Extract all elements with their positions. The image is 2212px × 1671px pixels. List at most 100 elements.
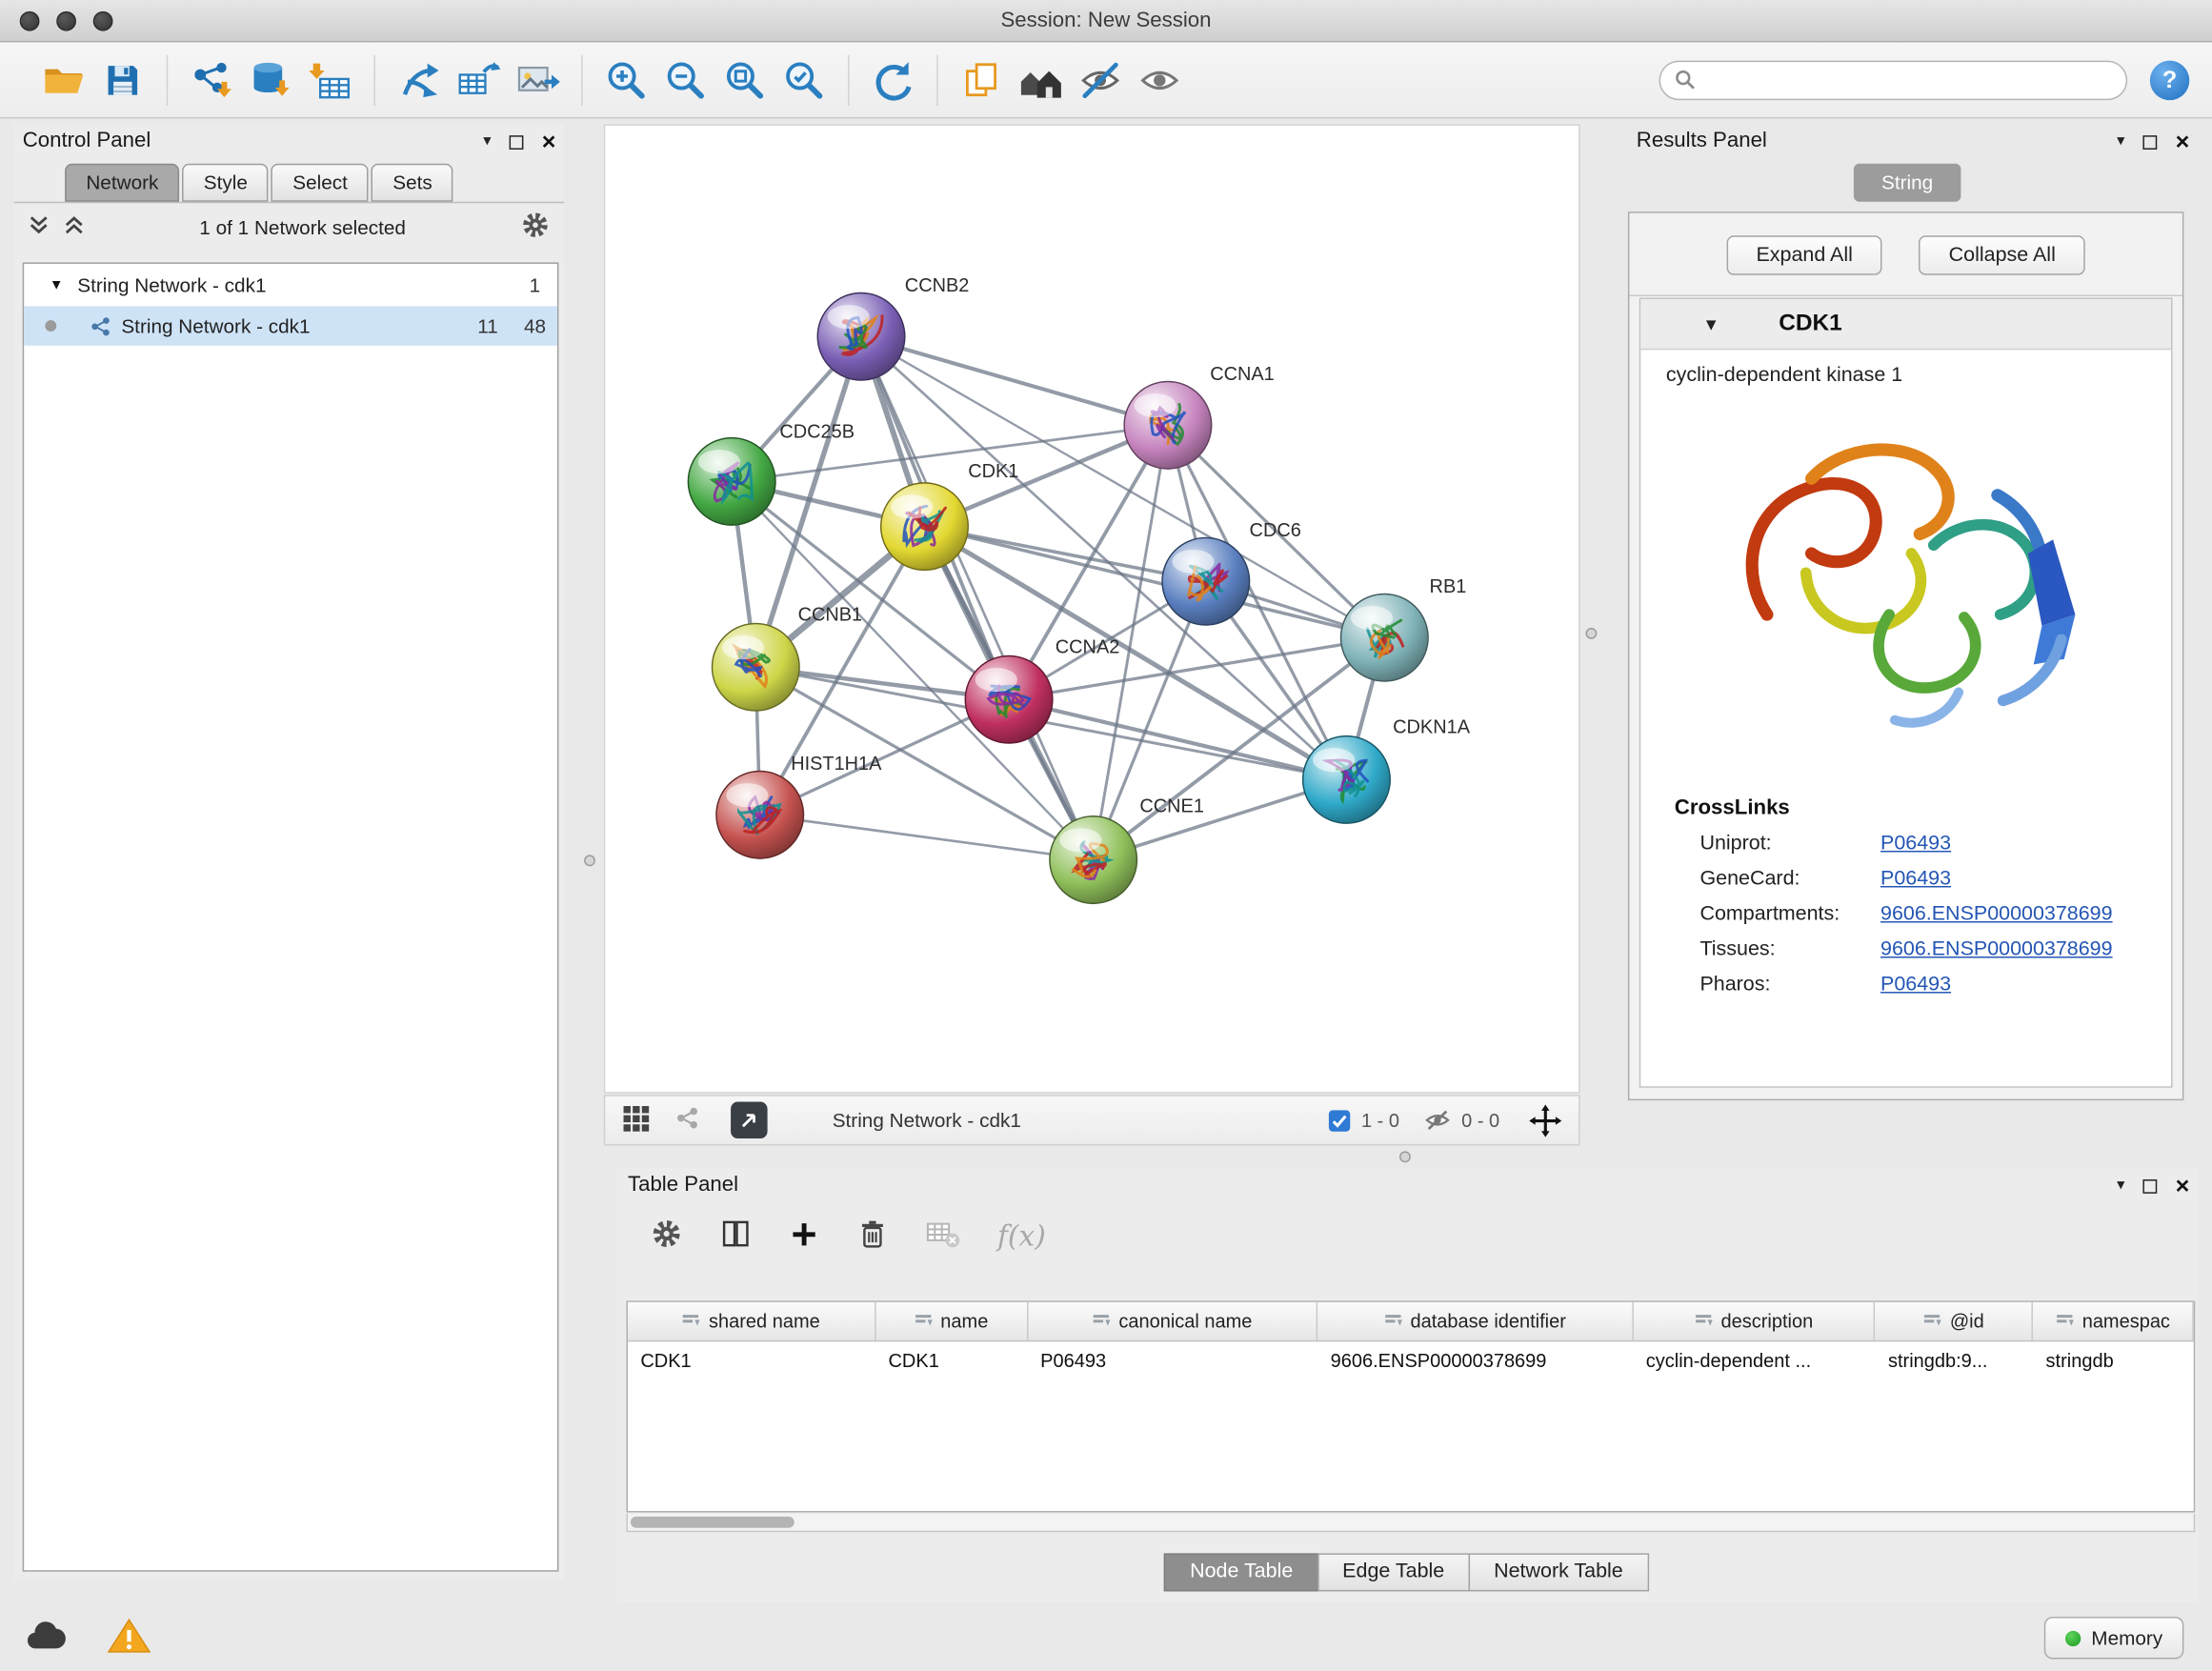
section-expand-icon[interactable]: ▼ [1702, 313, 1719, 333]
memory-button[interactable]: Memory [2044, 1617, 2183, 1659]
zoom-out-button[interactable] [656, 49, 715, 111]
collection-expand-icon[interactable]: ▼ [50, 277, 64, 292]
network-from-selection-button[interactable] [390, 49, 449, 111]
table-cell[interactable]: cyclin-dependent ... [1633, 1349, 1875, 1370]
right-splitter-handle[interactable] [1585, 628, 1597, 639]
grid-view-button[interactable] [622, 1104, 651, 1137]
column-header-canonical-name[interactable]: canonical name [1028, 1302, 1318, 1340]
search-input[interactable] [1704, 68, 2112, 91]
network-canvas[interactable]: CCNB2CCNA1CDC25BCDK1CDC6RB1CCNB1CCNA2CDK… [604, 124, 1580, 1093]
network-collection-row[interactable]: ▼ String Network - cdk1 1 [24, 264, 557, 306]
edge-CCNB2-CCNA1[interactable] [861, 336, 1168, 425]
edge-CCNB2-CCNE1[interactable] [861, 336, 1094, 859]
import-table-button[interactable] [300, 49, 359, 111]
crosslink-value-link[interactable]: 9606.ENSP00000378699 [1880, 903, 2113, 926]
column-header--id[interactable]: @id [1876, 1302, 2034, 1340]
add-column-button[interactable] [789, 1218, 820, 1254]
scrollbar-thumb[interactable] [631, 1517, 794, 1528]
tab-sets[interactable]: Sets [372, 164, 453, 202]
table-cell[interactable]: 9606.ENSP00000378699 [1317, 1349, 1633, 1370]
function-builder-button[interactable]: f(x) [997, 1218, 1046, 1253]
home-view-button[interactable] [1012, 49, 1071, 111]
network-graph[interactable]: CCNB2CCNA1CDC25BCDK1CDC6RB1CCNB1CCNA2CDK… [605, 126, 1579, 1092]
hidden-eye-slash-icon[interactable] [1423, 1106, 1452, 1135]
import-network-file-button[interactable] [182, 49, 241, 111]
table-cell[interactable]: CDK1 [628, 1349, 875, 1370]
panel-close-icon[interactable]: × [2176, 1174, 2190, 1198]
birdseye-toggle-button[interactable] [675, 1106, 699, 1135]
tab-network[interactable]: Network [65, 164, 179, 202]
crosslink-value-link[interactable]: P06493 [1880, 833, 1951, 856]
collapse-all-button[interactable]: Collapse All [1920, 235, 2085, 274]
export-image-button[interactable] [508, 49, 567, 111]
table-cell[interactable]: P06493 [1028, 1349, 1318, 1370]
tab-node-table[interactable]: Node Table [1164, 1553, 1318, 1591]
show-columns-button[interactable] [719, 1218, 752, 1255]
left-splitter-handle[interactable] [584, 855, 595, 866]
results-tab-string[interactable]: String [1854, 164, 1961, 202]
network-row-selected[interactable]: String Network - cdk1 11 48 [24, 306, 557, 345]
save-session-button[interactable] [93, 49, 152, 111]
panel-float-icon[interactable] [2143, 1178, 2158, 1193]
node-CCNA1[interactable]: CCNA1 [1124, 364, 1275, 469]
node-CCNB1[interactable]: CCNB1 [713, 605, 863, 711]
annotations-button[interactable] [953, 49, 1012, 111]
panel-close-icon[interactable]: × [542, 130, 556, 153]
panel-float-icon[interactable] [2143, 134, 2158, 149]
table-row[interactable]: CDK1CDK1P064939606.ENSP00000378699cyclin… [628, 1341, 2194, 1379]
delete-table-button-disabled[interactable] [925, 1218, 960, 1254]
node-RB1[interactable]: RB1 [1341, 576, 1467, 681]
search-field[interactable] [1659, 60, 2128, 99]
crosslink-value-link[interactable]: P06493 [1880, 974, 1951, 997]
panel-float-icon[interactable] [510, 134, 524, 149]
expand-all-networks-button[interactable] [64, 213, 85, 239]
expand-all-button[interactable]: Expand All [1726, 235, 1882, 274]
warnings-button[interactable] [108, 1617, 151, 1659]
panel-menu-icon[interactable]: ▾ [2117, 134, 2124, 150]
tab-network-table[interactable]: Network Table [1468, 1553, 1648, 1591]
column-header-namespac[interactable]: namespac [2033, 1302, 2194, 1340]
import-network-database-button[interactable] [241, 49, 300, 111]
crosslink-value-link[interactable]: 9606.ENSP00000378699 [1880, 938, 2113, 961]
table-cell[interactable]: stringdb [2033, 1349, 2194, 1370]
panel-menu-icon[interactable]: ▾ [483, 134, 491, 150]
collapse-all-networks-button[interactable] [29, 213, 50, 239]
column-header-description[interactable]: description [1633, 1302, 1875, 1340]
column-header-shared-name[interactable]: shared name [628, 1302, 875, 1340]
column-header-database-identifier[interactable]: database identifier [1317, 1302, 1633, 1340]
table-cell[interactable]: CDK1 [875, 1349, 1028, 1370]
tab-select[interactable]: Select [271, 164, 369, 202]
zoom-fit-button[interactable] [715, 49, 774, 111]
table-horizontal-scrollbar[interactable] [627, 1514, 2196, 1532]
node-CDKN1A[interactable]: CDKN1A [1303, 717, 1471, 823]
pan-move-icon[interactable] [1529, 1104, 1561, 1137]
open-session-button[interactable] [34, 49, 93, 111]
edge-CCNA2-CDKN1A[interactable] [1009, 699, 1346, 779]
edge-CDK1-RB1[interactable] [924, 527, 1384, 638]
network-options-button[interactable] [520, 210, 550, 244]
panel-close-icon[interactable]: × [2176, 130, 2190, 153]
node-CCNB2[interactable]: CCNB2 [817, 275, 969, 380]
detach-view-button[interactable] [731, 1102, 768, 1139]
column-header-name[interactable]: name [875, 1302, 1028, 1340]
refresh-view-button[interactable] [863, 49, 922, 111]
zoom-selected-button[interactable] [774, 49, 834, 111]
zoom-in-button[interactable] [596, 49, 655, 111]
bottom-splitter-handle[interactable] [1399, 1151, 1411, 1162]
node-CDC6[interactable]: CDC6 [1162, 520, 1301, 625]
show-all-button[interactable] [1130, 49, 1189, 111]
table-from-network-button[interactable] [449, 49, 508, 111]
edge-HIST1H1A-CCNE1[interactable] [760, 815, 1094, 859]
node-HIST1H1A[interactable]: HIST1H1A [716, 754, 882, 858]
help-button[interactable]: ? [2150, 60, 2189, 99]
table-settings-button[interactable] [651, 1218, 683, 1255]
tab-edge-table[interactable]: Edge Table [1317, 1553, 1470, 1591]
panel-menu-icon[interactable]: ▾ [2117, 1178, 2124, 1194]
delete-column-button[interactable] [856, 1218, 889, 1255]
hide-unselected-button[interactable] [1071, 49, 1130, 111]
table-cell[interactable]: stringdb:9... [1876, 1349, 2034, 1370]
tab-style[interactable]: Style [183, 164, 270, 202]
crosslink-value-link[interactable]: P06493 [1880, 868, 1951, 891]
gene-section-header[interactable]: ▼ CDK1 [1640, 299, 2171, 350]
selected-checkbox-icon[interactable] [1327, 1108, 1351, 1132]
